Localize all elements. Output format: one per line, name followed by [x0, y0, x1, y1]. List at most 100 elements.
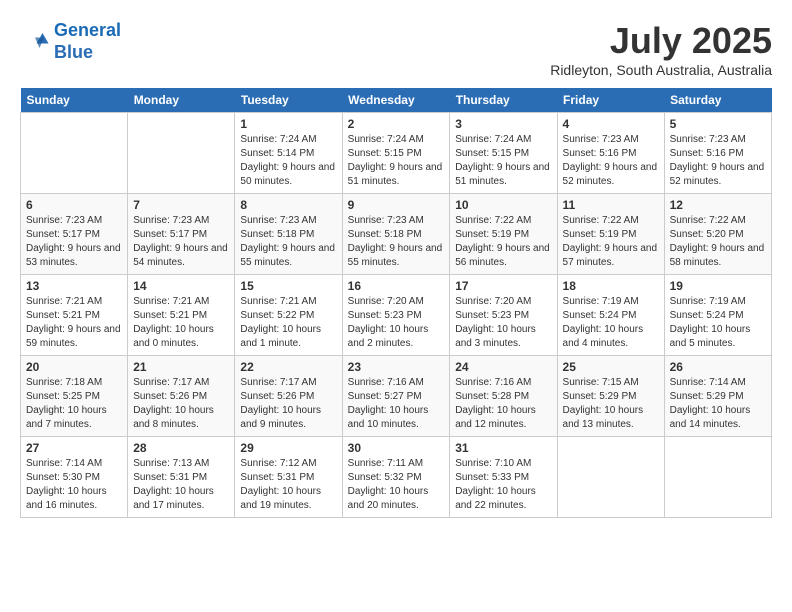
day-number: 9 [348, 198, 445, 212]
day-detail: Sunrise: 7:23 AM Sunset: 5:17 PM Dayligh… [133, 214, 229, 270]
day-detail: Sunrise: 7:11 AM Sunset: 5:32 PM Dayligh… [348, 457, 445, 513]
calendar-cell: 23 Sunrise: 7:16 AM Sunset: 5:27 PM Dayli… [342, 356, 450, 437]
day-detail: Sunrise: 7:16 AM Sunset: 5:28 PM Dayligh… [455, 376, 551, 432]
calendar-cell: 30 Sunrise: 7:11 AM Sunset: 5:32 PM Dayli… [342, 437, 450, 518]
day-detail: Sunrise: 7:17 AM Sunset: 5:26 PM Dayligh… [240, 376, 336, 432]
day-number: 2 [348, 117, 445, 131]
day-detail: Sunrise: 7:23 AM Sunset: 5:18 PM Dayligh… [240, 214, 336, 270]
day-detail: Sunrise: 7:18 AM Sunset: 5:25 PM Dayligh… [26, 376, 122, 432]
calendar-cell: 24Sunrise: 7:16 AM Sunset: 5:28 PM Dayli… [450, 356, 557, 437]
calendar-cell [21, 113, 128, 194]
day-number: 30 [348, 441, 445, 455]
calendar-cell: 3 Sunrise: 7:24 AM Sunset: 5:15 PM Daylig… [450, 113, 557, 194]
day-number: 27 [26, 441, 122, 455]
day-detail: Sunrise: 7:19 AM Sunset: 5:24 PM Dayligh… [670, 295, 766, 351]
week-row: 1Sunrise: 7:24 AM Sunset: 5:14 PM Daylig… [21, 113, 772, 194]
calendar-cell: 20 Sunrise: 7:18 AM Sunset: 5:25 PM Dayli… [21, 356, 128, 437]
calendar-cell: 27 Sunrise: 7:14 AM Sunset: 5:30 PM Dayli… [21, 437, 128, 518]
day-detail: Sunrise: 7:10 AM Sunset: 5:33 PM Dayligh… [455, 457, 551, 513]
calendar-cell: 26 Sunrise: 7:14 AM Sunset: 5:29 PM Dayli… [664, 356, 771, 437]
calendar-cell: 11Sunrise: 7:22 AM Sunset: 5:19 PM Dayli… [557, 194, 664, 275]
day-detail: Sunrise: 7:17 AM Sunset: 5:26 PM Dayligh… [133, 376, 229, 432]
calendar-cell: 21 Sunrise: 7:17 AM Sunset: 5:26 PM Dayli… [128, 356, 235, 437]
day-number: 26 [670, 360, 766, 374]
calendar-table: SundayMondayTuesdayWednesdayThursdayFrid… [20, 88, 772, 518]
day-number: 18 [563, 279, 659, 293]
logo-line2: Blue [54, 42, 93, 62]
day-number: 16 [348, 279, 445, 293]
week-row: 20 Sunrise: 7:18 AM Sunset: 5:25 PM Dayli… [21, 356, 772, 437]
calendar-cell: 28Sunrise: 7:13 AM Sunset: 5:31 PM Dayli… [128, 437, 235, 518]
day-of-week-header: Tuesday [235, 88, 342, 113]
day-number: 10 [455, 198, 551, 212]
week-row: 6 Sunrise: 7:23 AM Sunset: 5:17 PM Daylig… [21, 194, 772, 275]
day-number: 21 [133, 360, 229, 374]
calendar-cell: 12 Sunrise: 7:22 AM Sunset: 5:20 PM Dayli… [664, 194, 771, 275]
calendar-cell: 14Sunrise: 7:21 AM Sunset: 5:21 PM Dayli… [128, 275, 235, 356]
week-row: 13 Sunrise: 7:21 AM Sunset: 5:21 PM Dayli… [21, 275, 772, 356]
day-detail: Sunrise: 7:22 AM Sunset: 5:20 PM Dayligh… [670, 214, 766, 270]
day-of-week-header: Sunday [21, 88, 128, 113]
calendar-cell [557, 437, 664, 518]
day-of-week-header: Thursday [450, 88, 557, 113]
day-detail: Sunrise: 7:23 AM Sunset: 5:16 PM Dayligh… [563, 133, 659, 189]
logo: General Blue [20, 20, 121, 63]
day-detail: Sunrise: 7:23 AM Sunset: 5:18 PM Dayligh… [348, 214, 445, 270]
logo-line1: General [54, 20, 121, 40]
calendar-cell: 18 Sunrise: 7:19 AM Sunset: 5:24 PM Dayli… [557, 275, 664, 356]
day-detail: Sunrise: 7:14 AM Sunset: 5:29 PM Dayligh… [670, 376, 766, 432]
day-number: 20 [26, 360, 122, 374]
calendar-cell: 29Sunrise: 7:12 AM Sunset: 5:31 PM Dayli… [235, 437, 342, 518]
day-number: 5 [670, 117, 766, 131]
day-number: 6 [26, 198, 122, 212]
calendar-cell: 10 Sunrise: 7:22 AM Sunset: 5:19 PM Dayli… [450, 194, 557, 275]
day-number: 28 [133, 441, 229, 455]
day-detail: Sunrise: 7:14 AM Sunset: 5:30 PM Dayligh… [26, 457, 122, 513]
day-number: 23 [348, 360, 445, 374]
day-number: 1 [240, 117, 336, 131]
day-number: 3 [455, 117, 551, 131]
day-detail: Sunrise: 7:24 AM Sunset: 5:15 PM Dayligh… [455, 133, 551, 189]
day-detail: Sunrise: 7:16 AM Sunset: 5:27 PM Dayligh… [348, 376, 445, 432]
week-row: 27 Sunrise: 7:14 AM Sunset: 5:30 PM Dayli… [21, 437, 772, 518]
calendar-cell: 8 Sunrise: 7:23 AM Sunset: 5:18 PM Daylig… [235, 194, 342, 275]
day-number: 8 [240, 198, 336, 212]
logo-text: General Blue [54, 20, 121, 63]
day-of-week-header: Friday [557, 88, 664, 113]
day-number: 7 [133, 198, 229, 212]
day-of-week-header: Saturday [664, 88, 771, 113]
calendar-cell: 2Sunrise: 7:24 AM Sunset: 5:15 PM Daylig… [342, 113, 450, 194]
month-title: July 2025 [550, 20, 772, 62]
location: Ridleyton, South Australia, Australia [550, 62, 772, 78]
calendar-cell: 22Sunrise: 7:17 AM Sunset: 5:26 PM Dayli… [235, 356, 342, 437]
calendar-cell [128, 113, 235, 194]
calendar-cell: 1Sunrise: 7:24 AM Sunset: 5:14 PM Daylig… [235, 113, 342, 194]
day-number: 13 [26, 279, 122, 293]
day-detail: Sunrise: 7:19 AM Sunset: 5:24 PM Dayligh… [563, 295, 659, 351]
calendar-cell: 4 Sunrise: 7:23 AM Sunset: 5:16 PM Daylig… [557, 113, 664, 194]
day-number: 17 [455, 279, 551, 293]
calendar-cell: 6Sunrise: 7:23 AM Sunset: 5:17 PM Daylig… [21, 194, 128, 275]
calendar-cell [664, 437, 771, 518]
day-number: 12 [670, 198, 766, 212]
calendar-cell: 31Sunrise: 7:10 AM Sunset: 5:33 PM Dayli… [450, 437, 557, 518]
calendar-cell: 7 Sunrise: 7:23 AM Sunset: 5:17 PM Daylig… [128, 194, 235, 275]
day-number: 25 [563, 360, 659, 374]
day-detail: Sunrise: 7:23 AM Sunset: 5:16 PM Dayligh… [670, 133, 766, 189]
day-detail: Sunrise: 7:21 AM Sunset: 5:21 PM Dayligh… [26, 295, 122, 351]
day-number: 19 [670, 279, 766, 293]
day-number: 4 [563, 117, 659, 131]
day-detail: Sunrise: 7:20 AM Sunset: 5:23 PM Dayligh… [455, 295, 551, 351]
calendar-cell: 13 Sunrise: 7:21 AM Sunset: 5:21 PM Dayli… [21, 275, 128, 356]
calendar-cell: 19 Sunrise: 7:19 AM Sunset: 5:24 PM Dayli… [664, 275, 771, 356]
calendar-cell: 5 Sunrise: 7:23 AM Sunset: 5:16 PM Daylig… [664, 113, 771, 194]
day-detail: Sunrise: 7:21 AM Sunset: 5:22 PM Dayligh… [240, 295, 336, 351]
days-header-row: SundayMondayTuesdayWednesdayThursdayFrid… [21, 88, 772, 113]
day-detail: Sunrise: 7:15 AM Sunset: 5:29 PM Dayligh… [563, 376, 659, 432]
day-detail: Sunrise: 7:22 AM Sunset: 5:19 PM Dayligh… [455, 214, 551, 270]
day-detail: Sunrise: 7:20 AM Sunset: 5:23 PM Dayligh… [348, 295, 445, 351]
title-block: July 2025 Ridleyton, South Australia, Au… [550, 20, 772, 78]
calendar-cell: 25 Sunrise: 7:15 AM Sunset: 5:29 PM Dayli… [557, 356, 664, 437]
day-of-week-header: Monday [128, 88, 235, 113]
day-number: 15 [240, 279, 336, 293]
